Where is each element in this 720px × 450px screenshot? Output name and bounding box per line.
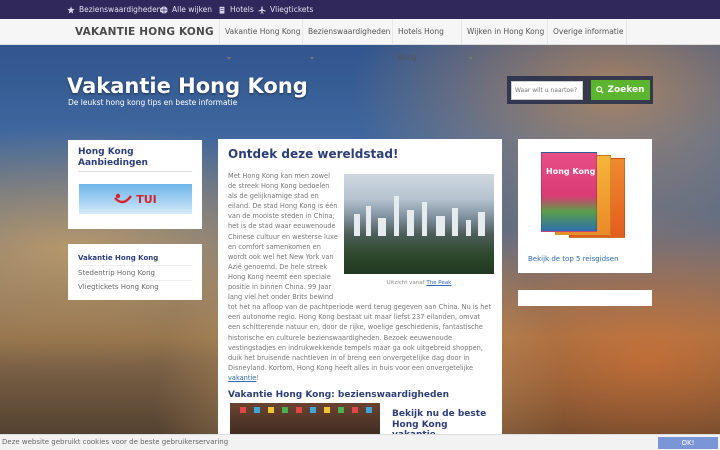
the-peak-link[interactable]: The Peak [426, 280, 451, 286]
travel-guide-books[interactable]: Hong Kong [541, 152, 631, 244]
decoration-flag [310, 407, 316, 413]
divider [78, 280, 192, 281]
main-content: Ontdek deze wereldstad! Uitzicht vanaf T… [218, 139, 502, 440]
skyline-building [354, 214, 360, 236]
nav-item-label: Wijken in Hong Kong [467, 27, 545, 36]
nav-item-bezienswaardigheden[interactable]: Bezienswaardigheden [302, 19, 392, 60]
globe-icon [160, 5, 168, 14]
search-button[interactable]: Zoeken [591, 80, 650, 100]
main-navbar: VAKANTIE HONG KONG Vakantie Hong Kong Be… [0, 19, 720, 62]
plane-icon [258, 5, 266, 14]
tui-smile-logo [114, 193, 133, 204]
topbar-link-bezienswaardigheden[interactable]: Bezienswaardigheden [67, 5, 161, 14]
hero-title: Vakantie Hong Kong [67, 74, 308, 98]
topbar-link-label: Alle wijken [172, 5, 213, 14]
nav-item-overige-informatie[interactable]: Overige informatie [547, 19, 627, 60]
topbar-link-vliegtickets[interactable]: Vliegtickets [258, 5, 313, 14]
hong-kong-skyline-photo [344, 174, 494, 274]
skyline-building [366, 206, 371, 236]
paragraph-end: ! [256, 373, 259, 382]
decoration-flag [338, 407, 344, 413]
side-menu-item-vliegtickets[interactable]: Vliegtickets Hong Kong [78, 283, 159, 291]
cookie-message: Deze website gebruikt cookies voor de be… [2, 438, 229, 446]
star-icon [67, 5, 75, 13]
nav-item-label: Vakantie Hong Kong [225, 27, 301, 36]
side-menu: Vakantie Hong Kong Stedentrip Hong Kong … [68, 244, 202, 300]
brand-logo[interactable]: VAKANTIE HONG KONG [75, 26, 214, 38]
topbar-link-label: Hotels [230, 5, 254, 14]
main-text: Uitzicht vanaf The Peak Met Hong Kong ka… [228, 171, 494, 383]
side-menu-item-vakantie[interactable]: Vakantie Hong Kong [78, 254, 158, 262]
topbar-link-label: Bezienswaardigheden [79, 5, 162, 14]
search-box: Zoeken [507, 76, 653, 104]
search-icon [596, 86, 605, 94]
vakantie-link[interactable]: vakantie [228, 374, 256, 382]
side-menu-item-stedentrip[interactable]: Stedentrip Hong Kong [78, 269, 155, 277]
photo-caption: Uitzicht vanaf The Peak [344, 278, 494, 288]
guide-book-cover: Hong Kong [541, 152, 597, 232]
skyline-building [378, 218, 386, 236]
building-icon [219, 6, 225, 14]
caret-down-icon [469, 56, 473, 60]
caret-down-icon [310, 56, 314, 60]
caret-down-icon [227, 56, 231, 60]
offers-panel: Hong Kong Aanbiedingen TUI [68, 140, 202, 229]
skyline-building [422, 202, 427, 236]
top-bar: Bezienswaardigheden Alle wijken Hotels V… [0, 0, 720, 19]
skyline-building [466, 220, 471, 236]
nav-item-label: Hotels Hong Kong [398, 27, 444, 62]
book-cover-title: Hong Kong [546, 167, 596, 176]
decoration-flag [240, 407, 246, 413]
tui-logo-text: TUI [136, 192, 157, 206]
cookie-ok-button[interactable]: OK! [658, 437, 718, 449]
top5-guides-link[interactable]: Bekijk de top 5 reisgidsen [528, 255, 619, 263]
right-sidebar-panel [518, 290, 652, 306]
topbar-link-label: Vliegtickets [270, 5, 314, 14]
caret-down-icon [555, 56, 559, 60]
skyline-building [436, 216, 445, 236]
decoration-flag [282, 407, 288, 413]
nav-item-wijken[interactable]: Wijken in Hong Kong [461, 19, 547, 60]
skyline-building [452, 208, 458, 236]
section-title: Vakantie Hong Kong: bezienswaardigheden [228, 390, 449, 400]
offers-title: Hong Kong Aanbiedingen [78, 147, 148, 168]
decoration-flag [254, 407, 260, 413]
main-title: Ontdek deze wereldstad! [228, 147, 399, 161]
search-button-label: Zoeken [607, 85, 645, 95]
nav-item-label: Bezienswaardigheden [308, 27, 391, 36]
topbar-link-hotels[interactable]: Hotels [218, 5, 254, 14]
nav-item-label: Overige informatie [553, 27, 624, 36]
decoration-flag [324, 407, 330, 413]
decoration-flag [366, 407, 372, 413]
skyline-building [407, 210, 414, 236]
search-input[interactable] [511, 81, 583, 100]
caption-prefix: Uitzicht vanaf [386, 280, 427, 286]
tui-banner[interactable]: TUI [79, 184, 192, 214]
travel-guides-panel: Hong Kong Bekijk de top 5 reisgidsen [518, 139, 652, 273]
divider [78, 171, 192, 172]
skyline-building [394, 196, 399, 236]
nav-item-vakantie-hong-kong[interactable]: Vakantie Hong Kong [219, 19, 302, 60]
decoration-flag [352, 407, 358, 413]
hero-subtitle: De leukst hong kong tips en beste inform… [68, 98, 238, 107]
nav-item-hotels-hong-kong[interactable]: Hotels Hong Kong [392, 19, 461, 62]
decoration-flag [268, 407, 274, 413]
skyline-building [478, 212, 485, 236]
decoration-flag [296, 407, 302, 413]
cookie-bar: Deze website gebruikt cookies voor de be… [0, 434, 720, 450]
topbar-link-alle-wijken[interactable]: Alle wijken [160, 5, 212, 14]
divider [78, 265, 192, 266]
